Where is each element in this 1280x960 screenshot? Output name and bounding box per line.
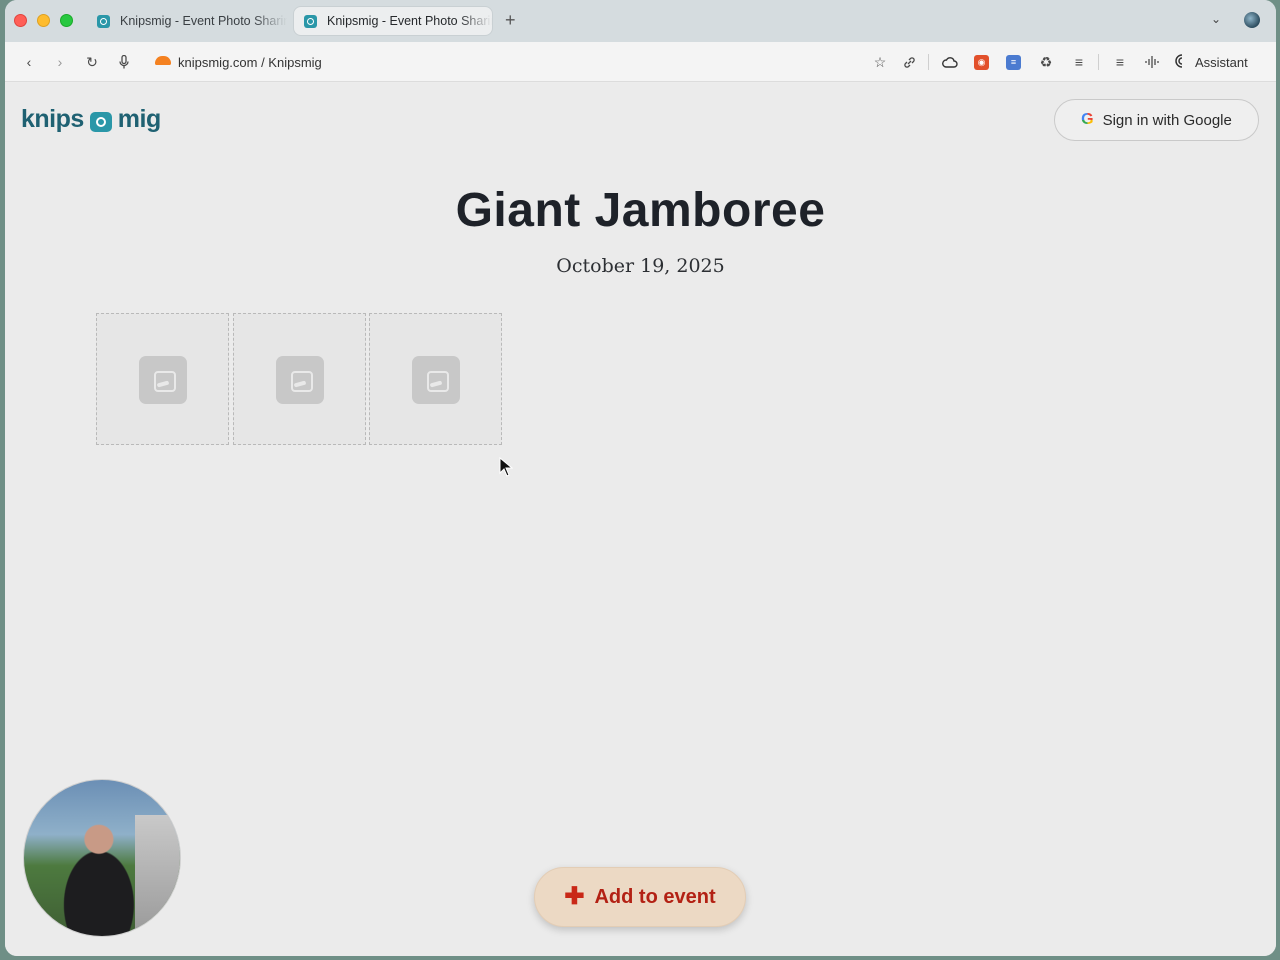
profile-avatar[interactable] <box>1244 12 1260 28</box>
photo-placeholder-tile[interactable] <box>96 313 229 445</box>
menu-lines-icon[interactable]: ≡ <box>1111 53 1129 71</box>
minimize-window-button[interactable] <box>37 14 50 27</box>
bookmark-star-icon[interactable]: ☆ <box>871 53 889 71</box>
chevron-down-icon[interactable]: ⌄ <box>1211 12 1221 26</box>
address-bar[interactable]: knipsmig.com / Knipsmig <box>178 55 322 70</box>
assistant-label: Assistant <box>1195 55 1248 70</box>
sign-in-label: Sign in with Google <box>1102 111 1232 129</box>
toolbar-divider <box>928 54 929 70</box>
browser-toolbar: ‹ › ↻ knipsmig.com / Knipsmig ☆ ◉ ≡ ♻ ≡ … <box>5 42 1276 82</box>
audio-wave-icon[interactable] <box>1143 53 1161 71</box>
photo-placeholder-tile[interactable] <box>369 313 502 445</box>
google-icon: G <box>1081 111 1094 128</box>
image-placeholder-icon <box>412 356 460 404</box>
microphone-icon[interactable] <box>115 53 133 71</box>
browser-window: Knipsmig - Event Photo Sharing Knipsmig … <box>5 0 1276 956</box>
tab-knipsmig-2[interactable]: Knipsmig - Event Photo Sharing <box>293 6 493 36</box>
maximize-window-button[interactable] <box>60 14 73 27</box>
knipsmig-favicon-icon <box>97 14 110 28</box>
sign-in-google-button[interactable]: G Sign in with Google <box>1054 99 1259 141</box>
close-window-button[interactable] <box>14 14 27 27</box>
forward-arrow-icon[interactable]: › <box>51 53 69 71</box>
event-title: Giant Jamboree <box>455 184 826 237</box>
extension-red-icon[interactable]: ◉ <box>974 55 989 70</box>
image-placeholder-icon <box>276 356 324 404</box>
reading-list-icon[interactable]: ≡ <box>1070 53 1088 71</box>
camera-logo-icon <box>89 111 112 132</box>
webcam-background <box>135 815 180 935</box>
plus-icon: ✚ <box>564 883 585 910</box>
add-to-event-button[interactable]: ✚ Add to event <box>534 867 746 927</box>
tab-label: Knipsmig - Event Photo Sharing <box>120 14 287 28</box>
logo-text-left: knips <box>21 105 84 133</box>
cloudflare-icon <box>155 56 171 65</box>
photo-placeholder-tile[interactable] <box>233 313 366 445</box>
reload-icon[interactable]: ↻ <box>83 53 101 71</box>
logo-text-right: mig <box>117 105 161 133</box>
image-placeholder-icon <box>139 356 187 404</box>
back-arrow-icon[interactable]: ‹ <box>20 53 38 71</box>
webcam-overlay <box>23 779 181 937</box>
add-to-event-label: Add to event <box>594 885 716 908</box>
event-date: October 19, 2025 <box>556 255 725 277</box>
extension-notes-icon[interactable]: ≡ <box>1006 55 1021 70</box>
puzzle-extensions-icon[interactable]: ♻ <box>1037 53 1055 71</box>
cloud-icon[interactable] <box>941 53 959 71</box>
assistant-icon <box>1175 54 1189 71</box>
assistant-button[interactable]: Assistant <box>1175 54 1248 71</box>
tab-strip: Knipsmig - Event Photo Sharing Knipsmig … <box>5 0 1276 42</box>
knipsmig-logo[interactable]: knips mig <box>21 105 161 134</box>
toolbar-divider <box>1098 54 1099 70</box>
page-content: knips mig G Sign in with Google Giant Ja… <box>5 83 1276 956</box>
mouse-cursor-icon <box>499 457 513 477</box>
knipsmig-favicon-icon <box>304 14 317 28</box>
new-tab-button[interactable]: + <box>505 10 516 30</box>
tab-knipsmig-1[interactable]: Knipsmig - Event Photo Sharing <box>87 6 287 36</box>
link-icon[interactable] <box>900 53 918 71</box>
tab-label: Knipsmig - Event Photo Sharing <box>327 14 492 28</box>
